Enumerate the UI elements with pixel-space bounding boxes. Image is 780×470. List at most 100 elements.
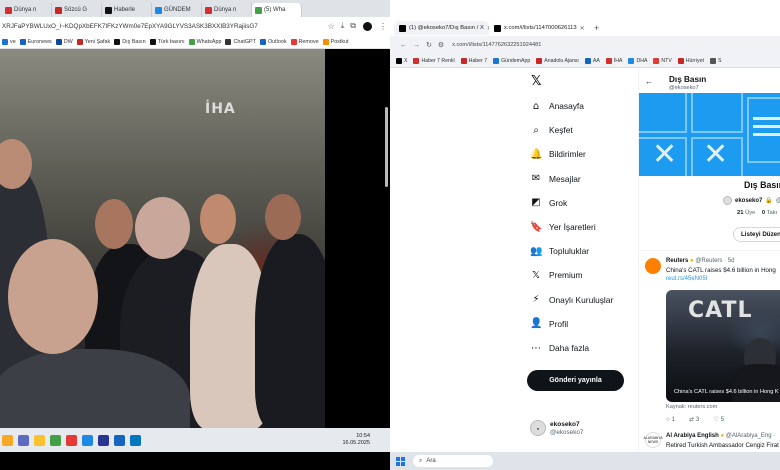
- tweet-author[interactable]: Reuters: [666, 258, 688, 264]
- back-arrow-icon[interactable]: ←: [645, 77, 653, 86]
- nav-5-icon: ◩: [531, 197, 541, 209]
- taskbar-app-2-icon[interactable]: [18, 434, 29, 446]
- members-label[interactable]: Üye: [745, 210, 755, 216]
- nav-item-mesajlar[interactable]: ✉ Mesajlar: [530, 171, 581, 187]
- left-scrollbar[interactable]: [383, 49, 390, 428]
- browser-tab[interactable]: Sözcü G: [52, 3, 102, 17]
- forward-icon[interactable]: →: [413, 42, 420, 49]
- followers-count[interactable]: 0: [762, 210, 765, 216]
- star-icon[interactable]: ☆: [328, 22, 335, 31]
- back-icon[interactable]: ←: [400, 42, 407, 49]
- tweet-link[interactable]: reut.rs/45eN05I: [666, 276, 707, 282]
- bookmark-item[interactable]: Haber 7 Renkl: [413, 57, 455, 64]
- bookmark-item[interactable]: Outlook: [259, 38, 287, 45]
- taskbar-app-7-icon[interactable]: [98, 434, 109, 446]
- right-url-field[interactable]: x.com/i/lists/1147762632251924481: [452, 42, 541, 48]
- nav-item-yer-i̇şaretleri[interactable]: 🔖 Yer İşaretleri: [530, 219, 596, 235]
- reuters-avatar[interactable]: [645, 258, 661, 274]
- browser-tab[interactable]: (5) Wha: [252, 3, 302, 17]
- x-logo-icon[interactable]: 𝕏: [531, 74, 541, 89]
- retweet-action[interactable]: ⇄ 3: [689, 416, 699, 423]
- list-owner[interactable]: ekoseko7 🔒 @e: [723, 196, 780, 205]
- bookmark-item[interactable]: Postkut: [322, 38, 349, 45]
- news-video-frame[interactable]: İHA: [0, 49, 325, 428]
- taskbar-app-8-icon[interactable]: [114, 434, 125, 446]
- browser-tab[interactable]: Dünya n: [202, 3, 252, 17]
- taskbar-app-4-icon[interactable]: [50, 434, 61, 446]
- post-button[interactable]: Gönderi yayınla: [527, 370, 624, 391]
- followers-label[interactable]: Takı: [767, 210, 778, 216]
- nav-item-onaylı-kuruluşlar[interactable]: ⚡ Onaylı Kuruluşlar: [530, 292, 613, 308]
- verified-icon: 🔒: [765, 198, 773, 204]
- figure-right-man: [255, 234, 325, 428]
- left-taskbar: 10:54 16.05.2025: [0, 428, 390, 452]
- site-info-icon[interactable]: ⚙: [438, 41, 444, 49]
- nav-item-keşfet[interactable]: ⌕ Keşfet: [530, 122, 573, 138]
- browser-tab[interactable]: Haberle: [102, 3, 152, 17]
- nav-item-premium[interactable]: 𝕏 Premium: [530, 267, 583, 283]
- bookmark-item[interactable]: GündemApp: [493, 57, 530, 64]
- nav-item-topluluklar[interactable]: 👥 Topluluklar: [530, 243, 589, 259]
- bookmark-item[interactable]: AA: [584, 57, 600, 64]
- nav-3-icon: 🔔: [530, 148, 543, 160]
- bookmark-item[interactable]: İHA: [605, 57, 622, 64]
- windows-start-icon[interactable]: [396, 456, 405, 466]
- account-switcher[interactable]: ● ekoseko7 @ekoseko7: [530, 420, 583, 436]
- bookmark-item[interactable]: S: [709, 57, 721, 64]
- tweet-media[interactable]: CATL China's CATL raises $4.6 billion in…: [666, 290, 780, 402]
- profile-avatar[interactable]: [363, 21, 372, 31]
- browser-tab[interactable]: Dünya n: [2, 3, 52, 17]
- bookmark-item[interactable]: WhatsApp: [188, 38, 222, 45]
- reload-icon[interactable]: ↻: [426, 41, 432, 49]
- taskbar-clock[interactable]: 10:54 16.05.2025: [342, 433, 370, 447]
- reply-action[interactable]: ○ 1: [666, 416, 675, 423]
- bookmark-item[interactable]: Dış Basın: [114, 38, 146, 45]
- bookmark-item[interactable]: Hürriyet: [677, 57, 704, 64]
- bookmark-item[interactable]: X: [396, 57, 407, 64]
- tab-dis-basin[interactable]: (1) @ekoseko7/Dış Basın / X ✕: [394, 21, 489, 35]
- nav-item-anasayfa[interactable]: ⌂ Anasayfa: [530, 98, 584, 114]
- nav-item-daha-fazla[interactable]: ⋯ Daha fazla: [530, 340, 589, 356]
- bookmark-item[interactable]: DHA: [628, 57, 647, 64]
- download-icon[interactable]: ⤓: [341, 21, 345, 31]
- taskbar-app-3-icon[interactable]: [34, 434, 45, 446]
- bookmark-item[interactable]: DW: [55, 38, 73, 45]
- taskbar-app-1-icon[interactable]: [2, 434, 13, 446]
- bookmark-item[interactable]: Euronews: [19, 38, 52, 45]
- tweet-source[interactable]: Kaynak: reuters.com: [666, 404, 717, 410]
- x-sidebar: 𝕏 Gönderi yayınla ● ekoseko7 @ekoseko7 ⌂…: [520, 68, 630, 452]
- extensions-icon[interactable]: ⧉: [350, 21, 356, 31]
- members-count[interactable]: 21: [737, 210, 743, 216]
- nav-item-bildirimler[interactable]: 🔔 Bildirimler: [530, 146, 586, 162]
- taskbar-app-6-icon[interactable]: [82, 434, 93, 446]
- new-tab-icon[interactable]: +: [594, 23, 599, 33]
- bookmark-item[interactable]: ve: [2, 38, 16, 45]
- edit-list-button[interactable]: Listeyi Düzen: [733, 227, 780, 242]
- bookmark-item[interactable]: Haber 7: [460, 57, 487, 64]
- bookmark-label: WhatsApp: [196, 38, 222, 45]
- bookmark-item[interactable]: Anadolu Ajansı: [536, 57, 579, 64]
- left-url-field[interactable]: XRJFaPYBWLUxO_I~KDQpXbEFK7IFKzYWm0e7EpXY…: [2, 23, 325, 30]
- bookmark-item[interactable]: Remove: [290, 38, 319, 45]
- bookmark-item[interactable]: NTV: [653, 57, 672, 64]
- browser-tab[interactable]: GÜNDEM: [152, 3, 202, 17]
- taskbar-app-5-icon[interactable]: [66, 434, 77, 446]
- like-action[interactable]: ♡ 5: [713, 416, 724, 423]
- tweet-author[interactable]: Al Arabiya English: [666, 433, 719, 439]
- taskbar-app-9-icon[interactable]: [130, 434, 141, 446]
- bookmark-item[interactable]: ChatGPT: [225, 38, 256, 45]
- left-scrollbar-thumb[interactable]: [385, 107, 388, 187]
- taskbar-search[interactable]: ⌕ Ara: [413, 455, 493, 467]
- bookmark-item[interactable]: Türk basını: [149, 38, 185, 45]
- close-icon[interactable]: ✕: [580, 25, 585, 32]
- menu-icon[interactable]: ⋮: [379, 22, 387, 31]
- tweet-text: China's CATL raises $4.6 billion in Hong: [666, 267, 776, 274]
- nav-item-grok[interactable]: ◩ Grok: [530, 195, 567, 211]
- alarabiya-avatar[interactable]: ALARABIYA NEWS: [644, 432, 663, 448]
- tab-lists[interactable]: x.com/i/lists/1147000626113 ✕: [489, 21, 589, 35]
- bookmark-item[interactable]: Yeni Şafak: [76, 38, 110, 45]
- banner-x-icon: ✕: [652, 137, 678, 172]
- account-handle: @ekoseko7: [550, 428, 584, 436]
- owner-avatar: [723, 196, 732, 205]
- nav-item-profil[interactable]: 👤 Profil: [530, 316, 568, 332]
